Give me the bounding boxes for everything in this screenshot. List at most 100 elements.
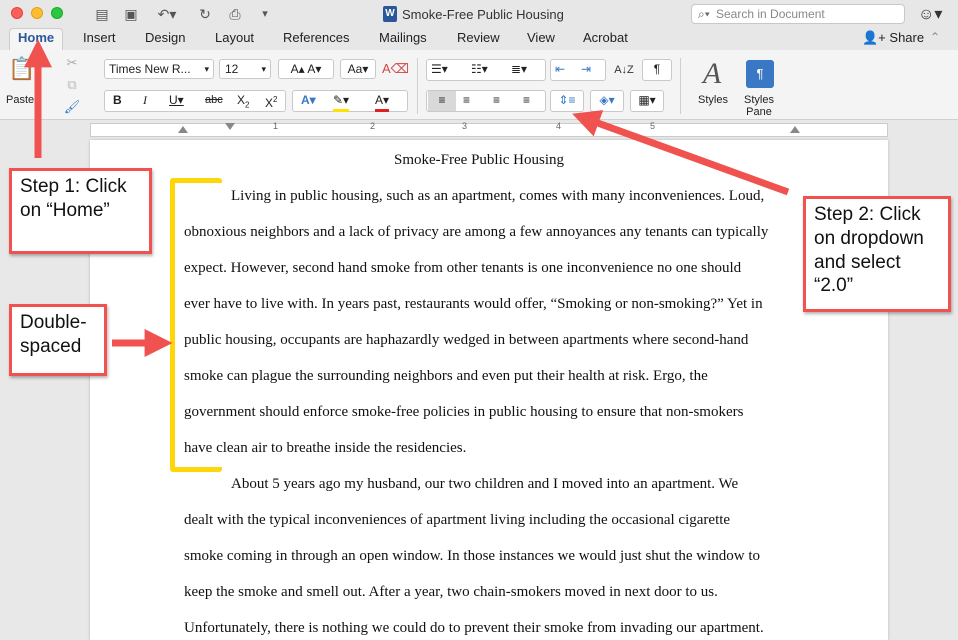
shrink-font-icon[interactable]: A▾	[307, 62, 321, 76]
tab-mailings[interactable]: Mailings	[379, 30, 427, 45]
tab-references[interactable]: References	[283, 30, 349, 45]
bullets-icon[interactable]: ☰▾	[431, 60, 448, 78]
print-icon[interactable]: ⎙	[226, 5, 244, 23]
font-color-icon[interactable]: A▾	[375, 91, 390, 112]
double-spaced-bracket	[170, 178, 222, 472]
tab-layout[interactable]: Layout	[215, 30, 254, 45]
cut-icon[interactable]: ✂	[62, 52, 82, 74]
align-center-icon[interactable]: ≡	[463, 91, 470, 109]
increase-indent-icon[interactable]: ⇥	[581, 60, 591, 78]
change-case-icon: Aa▾	[347, 62, 369, 76]
shading-icon: ◈▾	[599, 93, 615, 107]
copy-icon[interactable]: ⧉	[62, 74, 82, 96]
styles-gallery-icon[interactable]: A	[692, 56, 732, 92]
document-line: obnoxious neighbors and a lack of privac…	[184, 224, 769, 240]
font-size-value: 12	[225, 62, 239, 76]
borders-icon: ▦▾	[638, 93, 656, 107]
align-right-icon[interactable]: ≡	[493, 91, 500, 109]
document-line: dealt with the typical inconveniences of…	[184, 512, 731, 528]
close-window-button[interactable]	[11, 7, 23, 19]
tab-review[interactable]: Review	[457, 30, 500, 45]
share-button[interactable]: 👤+ Share	[862, 30, 924, 46]
customize-toolbar-icon[interactable]: ▾	[258, 5, 272, 23]
font-name-value: Times New R...	[109, 62, 191, 76]
list-buttons: ☰▾ ☷▾ ≣▾	[426, 59, 546, 81]
text-effects-icon[interactable]: A▾	[301, 91, 316, 109]
ribbon-separator	[417, 58, 418, 114]
save-icon[interactable]: ▣	[122, 5, 140, 23]
sort-icon[interactable]: A↓Z	[612, 59, 636, 81]
shading-dropdown[interactable]: ◈▾	[590, 90, 624, 112]
ruler-number: 1	[273, 121, 279, 131]
ruler-number: 4	[556, 121, 562, 131]
step2-callout: Step 2: Click on dropdown and select “2.…	[803, 196, 951, 312]
horizontal-ruler[interactable]	[0, 120, 958, 140]
decrease-indent-icon[interactable]: ⇤	[555, 60, 565, 78]
chevron-down-icon: ▾	[204, 64, 209, 74]
alignment-buttons: ≡ ≡ ≡ ≡	[426, 90, 546, 112]
justify-icon[interactable]: ≡	[523, 91, 530, 109]
feedback-smiley-icon[interactable]: ☺▾	[918, 4, 942, 24]
document-line: expect. However, second hand smoke from …	[184, 260, 742, 276]
document-line: public housing, occupants are haphazardl…	[184, 332, 749, 348]
search-input[interactable]: ⌕▾ Search in Document	[691, 4, 905, 24]
undo-icon[interactable]: ↶▾	[152, 5, 182, 23]
bold-icon[interactable]: B	[113, 91, 122, 109]
tab-view[interactable]: View	[527, 30, 555, 45]
redo-icon[interactable]: ↻	[196, 5, 214, 23]
document-line: About 5 years ago my husband, our two ch…	[231, 476, 739, 492]
line-spacing-icon: ⇕≡	[558, 93, 576, 107]
styles-pane-icon[interactable]: ¶	[746, 60, 774, 88]
multilevel-list-icon[interactable]: ≣▾	[511, 60, 527, 78]
superscript-icon[interactable]: X2	[265, 91, 277, 112]
italic-icon[interactable]: I	[143, 91, 147, 109]
first-line-indent-marker[interactable]	[225, 123, 235, 130]
right-indent-marker[interactable]	[790, 126, 800, 133]
tab-acrobat[interactable]: Acrobat	[583, 30, 628, 45]
document-line: smoke coming in through an open window. …	[184, 548, 761, 564]
minimize-window-button[interactable]	[31, 7, 43, 19]
clear-formatting-icon[interactable]: A⌫	[382, 58, 409, 80]
format-painter-icon[interactable]: 🖌	[62, 96, 82, 118]
document-line: ever have to live with. In years past, r…	[184, 296, 763, 312]
add-person-icon: 👤+	[862, 30, 886, 45]
chevron-down-icon: ▾	[261, 64, 266, 74]
ribbon-tabs: Home Insert Design Layout References Mai…	[0, 28, 958, 50]
styles-pane-label-line2: Pane	[746, 106, 772, 118]
zoom-window-button[interactable]	[51, 7, 63, 19]
paste-label: Paste	[6, 94, 34, 106]
borders-dropdown[interactable]: ▦▾	[630, 90, 664, 112]
align-left-icon[interactable]: ≡	[428, 91, 456, 111]
highlight-icon[interactable]: ✎▾	[333, 91, 350, 112]
strikethrough-icon[interactable]: abc	[205, 91, 223, 109]
left-indent-marker[interactable]	[178, 126, 188, 133]
grow-shrink-font-buttons[interactable]: A▴ A▾	[278, 59, 334, 79]
font-color-buttons: A▾ ✎▾ A▾	[292, 90, 408, 112]
document-line: government should enforce smoke-free pol…	[184, 404, 744, 420]
sidebar-toggle-icon[interactable]: ▤	[93, 5, 111, 23]
ruler-number: 5	[650, 121, 656, 131]
tab-design[interactable]: Design	[145, 30, 185, 45]
document-heading: Smoke-Free Public Housing	[394, 152, 564, 168]
show-formatting-button[interactable]: ¶	[642, 59, 672, 81]
share-label: Share	[889, 30, 925, 45]
collapse-ribbon-icon[interactable]: ⌃	[930, 30, 940, 44]
subscript-icon[interactable]: X2	[237, 91, 249, 114]
title-bar: ▤ ▣ ↶▾ ↻ ⎙ ▾ W Smoke-Free Public Housing…	[0, 0, 958, 28]
paste-icon[interactable]: 📋	[8, 58, 35, 92]
font-name-dropdown[interactable]: Times New R... ▾	[104, 59, 214, 79]
tab-home[interactable]: Home	[9, 28, 64, 50]
change-case-button[interactable]: Aa▾	[340, 59, 376, 79]
styles-pane-label[interactable]: Styles Pane	[738, 94, 780, 118]
underline-icon[interactable]: U▾	[169, 91, 184, 109]
grow-font-icon[interactable]: A▴	[291, 62, 305, 76]
pilcrow-icon: ¶	[653, 62, 661, 76]
tab-insert[interactable]: Insert	[83, 30, 116, 45]
document-line: Living in public housing, such as an apa…	[231, 188, 765, 204]
styles-label: Styles	[698, 94, 728, 106]
ruler-strip	[90, 123, 888, 137]
font-size-dropdown[interactable]: 12 ▾	[219, 59, 271, 79]
line-spacing-dropdown[interactable]: ⇕≡	[550, 90, 584, 112]
numbering-icon[interactable]: ☷▾	[471, 60, 488, 78]
window-title-text: Smoke-Free Public Housing	[402, 6, 564, 22]
